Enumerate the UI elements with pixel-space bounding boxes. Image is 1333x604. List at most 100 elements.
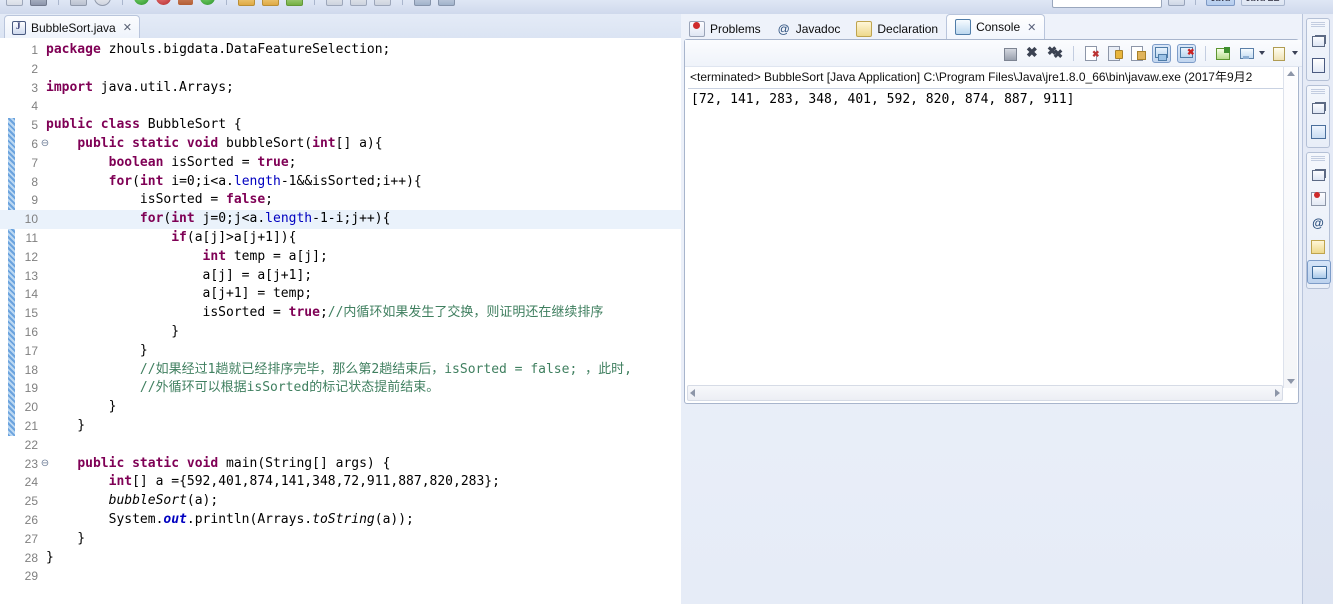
code-text: } — [46, 549, 54, 565]
perspective-javaee-button[interactable]: Java EE — [1241, 0, 1285, 6]
code-line: 26 System.out.println(Arrays.toString(a)… — [0, 511, 681, 530]
perspective-java-button[interactable]: Java — [1206, 0, 1236, 6]
line-number: 24 — [24, 475, 38, 490]
chevron-down-icon[interactable] — [1292, 51, 1298, 55]
code-line: 16 } — [0, 323, 681, 342]
console-terminated-line: <terminated> BubbleSort [Java Applicatio… — [690, 70, 1253, 84]
view-tab-problems[interactable]: Problems — [681, 18, 769, 40]
show-console-on-error-button[interactable]: ✖ — [1177, 43, 1196, 63]
minimized-views-bar: @ — [1302, 14, 1333, 604]
editor-tab-strip: BubbleSort.java ✕ — [0, 14, 681, 40]
console-view-icon[interactable] — [1307, 260, 1331, 284]
problems-icon — [689, 21, 705, 37]
run-icon[interactable] — [134, 0, 149, 5]
scroll-down-icon[interactable] — [1284, 375, 1297, 388]
close-icon[interactable]: ✕ — [1027, 21, 1036, 34]
code-line: 29 — [0, 567, 681, 586]
forward-icon[interactable] — [438, 0, 455, 6]
open-perspective-icon[interactable] — [1168, 0, 1185, 6]
code-line: 8 for(int i=0;i<a.length-1&&isSorted;i++… — [0, 173, 681, 192]
new-icon[interactable] — [6, 0, 23, 6]
pin-console-button[interactable] — [1129, 45, 1146, 62]
show-console-on-output-button[interactable] — [1152, 43, 1171, 63]
code-text: System.out.println(Arrays.toString(a)); — [46, 512, 414, 527]
search-input[interactable] — [1052, 0, 1162, 8]
drag-handle[interactable] — [1311, 89, 1325, 94]
debug-icon[interactable] — [156, 0, 171, 5]
remove-all-terminated-button[interactable]: ✖ ✖ — [1047, 44, 1064, 62]
drag-handle[interactable] — [1311, 156, 1325, 161]
print-icon[interactable] — [70, 0, 87, 6]
code-text: int temp = a[j]; — [202, 248, 328, 264]
toolbar-separator — [314, 0, 315, 5]
code-line: 3 import java.util.Arrays; — [0, 79, 681, 98]
save-icon[interactable] — [30, 0, 47, 6]
close-icon[interactable]: ✕ — [123, 21, 132, 34]
coverage-icon[interactable] — [178, 0, 193, 5]
code-text: int[] a ={592,401,874,141,348,72,911,887… — [108, 474, 500, 490]
remove-launch-button[interactable]: ✖ — [1024, 44, 1041, 62]
console-vertical-scrollbar[interactable] — [1283, 67, 1297, 388]
line-number: 4 — [31, 99, 38, 114]
restore-icon[interactable] — [1307, 164, 1329, 186]
next-annotation-icon[interactable] — [326, 0, 343, 6]
hierarchy-view-icon[interactable] — [1307, 121, 1329, 143]
code-line: 20 } — [0, 398, 681, 417]
new-console-view-button[interactable] — [1271, 45, 1288, 62]
console-horizontal-scrollbar[interactable] — [687, 385, 1283, 401]
scroll-left-icon[interactable] — [690, 389, 695, 397]
minimized-view-stack: @ — [1306, 152, 1331, 289]
problems-view-icon[interactable] — [1307, 188, 1329, 210]
line-number: 10 — [24, 212, 38, 227]
code-line: 2 — [0, 60, 681, 79]
line-number: 21 — [24, 419, 38, 433]
view-tab-console[interactable]: Console ✕ — [946, 14, 1046, 40]
console-body[interactable]: ✖ ✖ ✖ ✖ ✖ <terminated> BubbleSort [Java Appl… — [684, 39, 1308, 404]
line-number: 9 — [31, 193, 38, 208]
code-viewport[interactable]: 1 package zhouls.bigdata.DataFeatureSelec… — [0, 38, 681, 604]
search-toolbar-icon[interactable] — [94, 0, 111, 6]
line-number: 19 — [24, 381, 38, 396]
code-text: public static void main(String[] args) { — [77, 455, 391, 471]
toolbar-separator — [122, 0, 123, 5]
editor-tab-bubblesort[interactable]: BubbleSort.java ✕ — [4, 15, 140, 40]
last-edit-icon[interactable] — [374, 0, 391, 6]
scroll-lock-button[interactable] — [1106, 45, 1123, 62]
chevron-down-icon[interactable] — [1259, 51, 1265, 55]
view-tab-javadoc[interactable]: @ Javadoc — [769, 18, 849, 40]
line-number: 15 — [24, 306, 38, 321]
display-selected-console-button[interactable] — [1238, 45, 1255, 62]
previous-annotation-icon[interactable] — [350, 0, 367, 6]
code-line: 28} — [0, 549, 681, 568]
new-folder-icon[interactable] — [238, 0, 255, 6]
code-text: //外循环可以根据isSorted的标记状态提前结束。 — [139, 380, 440, 396]
outline-view-icon[interactable] — [1307, 54, 1329, 76]
console-divider — [688, 88, 1284, 89]
line-number: 25 — [24, 494, 38, 509]
javadoc-icon: @ — [777, 22, 790, 36]
code-line: 23 ⊖ public static void main(String[] arg… — [0, 455, 681, 474]
new-class-icon[interactable] — [286, 0, 303, 6]
code-line: 22 — [0, 436, 681, 455]
clear-console-button[interactable]: ✖ — [1083, 45, 1100, 62]
line-number: 14 — [24, 287, 38, 302]
scroll-up-icon[interactable] — [1284, 67, 1297, 80]
code-text: isSorted = false; — [46, 192, 273, 208]
scroll-right-icon[interactable] — [1275, 389, 1280, 397]
line-number: 27 — [24, 531, 38, 546]
code-text: package zhouls.bigdata.DataFeatureSelect… — [46, 42, 391, 57]
declaration-view-icon[interactable] — [1307, 236, 1329, 258]
restore-icon[interactable] — [1307, 97, 1329, 119]
view-tab-declaration[interactable]: Declaration — [848, 18, 946, 40]
open-console-button[interactable] — [1215, 45, 1232, 62]
terminate-button[interactable] — [1001, 45, 1018, 62]
restore-icon[interactable] — [1307, 30, 1329, 52]
line-number: 7 — [31, 155, 38, 170]
run-external-icon[interactable] — [200, 0, 215, 5]
code-text: } — [46, 530, 86, 546]
javadoc-view-icon[interactable]: @ — [1307, 212, 1329, 234]
drag-handle[interactable] — [1311, 22, 1325, 27]
new-package-icon[interactable] — [262, 0, 279, 6]
back-icon[interactable] — [414, 0, 431, 6]
console-output: [72, 141, 283, 348, 401, 592, 820, 874, … — [691, 92, 1075, 107]
